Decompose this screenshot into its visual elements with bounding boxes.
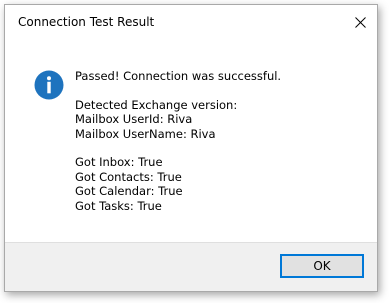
title-bar: Connection Test Result xyxy=(5,5,377,39)
window-title: Connection Test Result xyxy=(18,15,155,29)
button-bar: OK xyxy=(5,242,377,291)
exchange-version-label: Detected Exchange version: xyxy=(75,97,238,112)
ok-button[interactable]: OK xyxy=(280,254,364,278)
message-area: Passed! Connection was successful. Detec… xyxy=(5,39,377,243)
contacts-result: Got Contacts: True xyxy=(75,169,182,184)
calendar-result: Got Calendar: True xyxy=(75,184,183,198)
info-icon xyxy=(34,70,64,100)
mailbox-username: Mailbox UserName: Riva xyxy=(75,126,216,141)
tasks-result: Got Tasks: True xyxy=(75,198,162,213)
mailbox-userid: Mailbox UserId: Riva xyxy=(75,112,193,126)
close-icon xyxy=(354,16,366,28)
connection-test-dialog: Connection Test Result Passed! Connectio… xyxy=(4,4,378,292)
close-button[interactable] xyxy=(343,5,377,39)
message-text: Passed! Connection was successful. Detec… xyxy=(75,69,281,213)
inbox-result: Got Inbox: True xyxy=(75,155,163,169)
status-text: Passed! Connection was successful. xyxy=(75,69,282,83)
